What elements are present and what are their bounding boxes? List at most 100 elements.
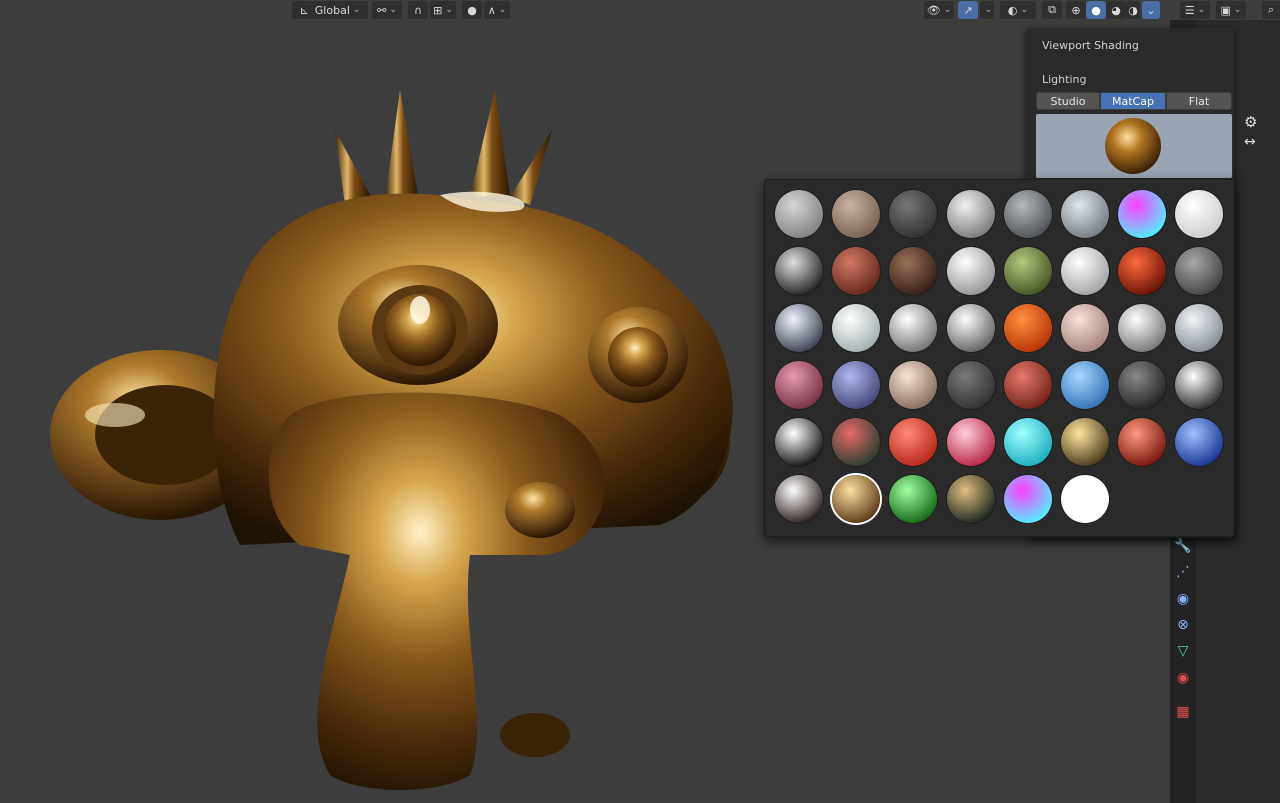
matcap-sphere[interactable] bbox=[889, 304, 938, 352]
matcap-sphere[interactable] bbox=[1175, 247, 1224, 295]
matcap-sphere[interactable] bbox=[1061, 475, 1109, 523]
matcap-sphere[interactable] bbox=[832, 304, 881, 352]
falloff-dropdown[interactable]: ∧ ⌄ bbox=[484, 1, 510, 19]
transform-orientation-dropdown[interactable]: ⊾ Global ⌄ bbox=[292, 1, 368, 19]
matcap-sphere[interactable] bbox=[832, 247, 881, 295]
matcap-sphere[interactable] bbox=[889, 190, 938, 238]
search-button[interactable]: ⌕ bbox=[1262, 1, 1280, 19]
matcap-sphere[interactable] bbox=[1003, 475, 1052, 523]
matcap-sphere[interactable] bbox=[889, 475, 938, 523]
particles-tab-icon[interactable]: ⋰ bbox=[1174, 563, 1192, 581]
texture-tab-icon[interactable]: ▦ bbox=[1174, 703, 1192, 721]
matcap-sphere[interactable] bbox=[946, 247, 995, 295]
transform-orientation-icon: ⊾ bbox=[299, 3, 309, 17]
overlay-icon: ◐ bbox=[1007, 3, 1018, 17]
matcap-sphere[interactable] bbox=[775, 247, 823, 295]
constraints-tab-icon[interactable]: ⊗ bbox=[1174, 616, 1192, 634]
physics-tab-icon[interactable]: ◉ bbox=[1174, 590, 1192, 608]
matcap-sphere[interactable] bbox=[1003, 361, 1052, 409]
object-data-tab-icon[interactable]: ▽ bbox=[1174, 642, 1192, 660]
matcap-sphere[interactable] bbox=[1118, 361, 1167, 409]
suzanne-monkey-mesh[interactable] bbox=[40, 85, 760, 795]
matcap-sphere[interactable] bbox=[1175, 418, 1224, 466]
matcap-sphere[interactable] bbox=[946, 190, 995, 238]
wireframe-shading-icon: ⊕ bbox=[1071, 3, 1081, 17]
shading-options-dropdown[interactable]: ⌄ bbox=[1142, 1, 1160, 19]
outliner-filter-dropdown[interactable]: ☰ ⌄ bbox=[1180, 1, 1210, 19]
snap-icon: ∩ bbox=[413, 3, 423, 17]
pivot-point-dropdown[interactable]: ⚯ ⌄ bbox=[372, 1, 402, 19]
matcap-sphere[interactable] bbox=[775, 361, 823, 409]
overlay-dropdown[interactable]: ◐ ⌄ bbox=[1000, 1, 1036, 19]
proportional-edit-toggle[interactable]: ● bbox=[462, 1, 482, 19]
matcap-preview[interactable] bbox=[1036, 114, 1232, 178]
shading-options-icon: ⌄ bbox=[1146, 3, 1156, 17]
rendered-shading-icon: ◑ bbox=[1128, 3, 1138, 17]
matcap-sphere[interactable] bbox=[1003, 304, 1052, 352]
matcap-sphere[interactable] bbox=[775, 304, 823, 352]
solid-shading-button[interactable]: ● bbox=[1086, 1, 1106, 19]
matcap-sphere[interactable] bbox=[889, 418, 938, 466]
visibility-icon: 👁 bbox=[926, 3, 941, 17]
matcap-sphere[interactable] bbox=[775, 475, 823, 523]
wireframe-shading-button[interactable]: ⊕ bbox=[1066, 1, 1086, 19]
matcap-sphere[interactable] bbox=[832, 361, 881, 409]
matcap-sphere[interactable] bbox=[946, 304, 995, 352]
matcap-sphere[interactable] bbox=[1003, 418, 1052, 466]
matcap-sphere[interactable] bbox=[832, 475, 881, 523]
matcap-sphere[interactable] bbox=[1175, 190, 1224, 238]
matcap-sphere[interactable] bbox=[946, 475, 995, 523]
rendered-shading-button[interactable]: ◑ bbox=[1126, 1, 1140, 19]
matcap-sphere[interactable] bbox=[775, 418, 823, 466]
gizmo-toggle[interactable]: ↗ bbox=[958, 1, 978, 19]
material-shading-button[interactable]: ◕ bbox=[1106, 1, 1126, 19]
matcap-sphere[interactable] bbox=[946, 361, 995, 409]
lighting-label: Lighting bbox=[1042, 73, 1087, 86]
modifier-tab-wrench-icon[interactable]: 🔧 bbox=[1174, 537, 1192, 555]
pivot-icon: ⚯ bbox=[377, 3, 387, 17]
visibility-dropdown[interactable]: 👁 ⌄ bbox=[924, 1, 954, 19]
chevron-down-icon: ⌄ bbox=[1197, 5, 1206, 15]
material-tab-icon[interactable]: ◉ bbox=[1174, 669, 1192, 687]
solid-shading-icon: ● bbox=[1091, 3, 1101, 17]
matcap-sphere[interactable] bbox=[1061, 418, 1109, 466]
matcap-sphere[interactable] bbox=[832, 418, 881, 466]
chevron-down-icon: ⌄ bbox=[984, 5, 993, 15]
gear-icon[interactable]: ⚙ bbox=[1244, 113, 1257, 131]
proportional-edit-icon: ● bbox=[467, 3, 477, 17]
snap-target-dropdown[interactable]: ⊞ ⌄ bbox=[430, 1, 456, 19]
flip-matcap-icon[interactable]: ↔ bbox=[1244, 134, 1256, 150]
matcap-sphere[interactable] bbox=[1118, 190, 1167, 238]
matcap-sphere[interactable] bbox=[1003, 247, 1052, 295]
chevron-down-icon: ⌄ bbox=[1233, 5, 1242, 15]
falloff-icon: ∧ bbox=[487, 3, 496, 17]
matcap-sphere[interactable] bbox=[1061, 361, 1109, 409]
matcap-sphere[interactable] bbox=[1118, 304, 1167, 352]
matcap-sphere[interactable] bbox=[832, 190, 881, 238]
matcap-sphere[interactable] bbox=[946, 418, 995, 466]
matcap-sphere[interactable] bbox=[1061, 247, 1109, 295]
matcap-sphere[interactable] bbox=[1118, 418, 1167, 466]
snap-toggle[interactable]: ∩ bbox=[408, 1, 428, 19]
gizmo-icon: ↗ bbox=[963, 3, 973, 17]
matcap-sphere[interactable] bbox=[1061, 304, 1109, 352]
matcap-sphere[interactable] bbox=[1175, 304, 1224, 352]
outliner-filter-icon: ☰ bbox=[1184, 3, 1195, 17]
matcap-sphere[interactable] bbox=[1175, 361, 1224, 409]
matcap-sphere[interactable] bbox=[775, 190, 823, 238]
xray-toggle[interactable]: ⧉ bbox=[1042, 1, 1062, 19]
lighting-matcap-button[interactable]: MatCap bbox=[1100, 92, 1166, 110]
matcap-sphere[interactable] bbox=[1118, 247, 1167, 295]
gizmo-dropdown[interactable]: ⌄ bbox=[980, 1, 994, 19]
popover-title: Viewport Shading bbox=[1042, 39, 1139, 52]
matcap-sphere[interactable] bbox=[889, 361, 938, 409]
editor-type-dropdown[interactable]: ▣ ⌄ bbox=[1216, 1, 1246, 19]
matcap-sphere[interactable] bbox=[1061, 190, 1109, 238]
chevron-down-icon: ⌄ bbox=[352, 5, 361, 15]
matcap-sphere[interactable] bbox=[889, 247, 938, 295]
lighting-flat-button[interactable]: Flat bbox=[1166, 92, 1232, 110]
lighting-studio-button[interactable]: Studio bbox=[1036, 92, 1100, 110]
matcap-sphere[interactable] bbox=[1003, 190, 1052, 238]
chevron-down-icon: ⌄ bbox=[943, 5, 952, 15]
selected-matcap-sphere bbox=[1105, 118, 1161, 174]
